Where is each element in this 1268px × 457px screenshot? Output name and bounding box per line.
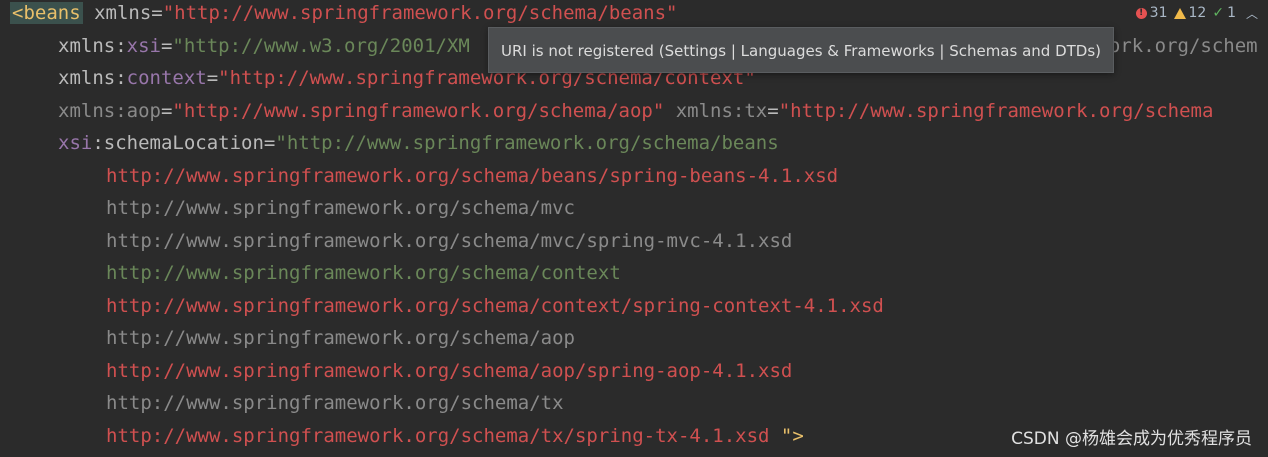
xsi-namespace: xsi [126, 35, 161, 57]
xmlns-tx-attr: xmlns:tx [664, 100, 768, 122]
tx-value: "http://www.springframework.org/schema [778, 100, 1214, 122]
uri-not-registered-tooltip: URI is not registered (Settings | Langua… [488, 27, 1114, 73]
schema-location-line-last[interactable]: http://www.springframework.org/schema/tx… [0, 420, 804, 452]
code-line-2[interactable]: xmlns:xsi="http://www.w3.org/2001/XM [0, 30, 470, 62]
schema-location-line[interactable]: http://www.springframework.org/schema/co… [0, 290, 884, 322]
inspection-status-widget[interactable]: ! 31 12 ✓ 1 ︿ [1129, 2, 1258, 24]
equals-sign: = [151, 2, 163, 24]
warning-count-value: 12 [1188, 5, 1207, 21]
schema-location-line[interactable]: http://www.springframework.org/schema/ao… [0, 355, 792, 387]
tx-xsd-url: http://www.springframework.org/schema/tx… [106, 425, 770, 447]
xmlns-value: "http://www.springframework.org/schema/b… [162, 2, 678, 24]
beans-tag: <beans [10, 2, 83, 24]
code-line-5[interactable]: xsi:schemaLocation="http://www.springfra… [0, 127, 779, 159]
equals-sign: = [206, 67, 219, 89]
chevron-up-icon[interactable]: ︿ [1246, 5, 1258, 22]
xmlns-aop-attr: xmlns:aop [58, 100, 161, 122]
aop-value: "http://www.springframework.org/schema/a… [172, 100, 665, 122]
schema-location-line[interactable]: http://www.springframework.org/schema/co… [0, 257, 621, 289]
schema-location-line[interactable]: http://www.springframework.org/schema/ao… [0, 322, 575, 354]
error-icon: ! [1135, 7, 1147, 19]
schema-location-line[interactable]: http://www.springframework.org/schema/tx [0, 387, 564, 419]
equals-sign: = [160, 35, 173, 57]
error-count[interactable]: ! 31 [1135, 5, 1168, 21]
schema-location-line[interactable]: http://www.springframework.org/schema/mv… [0, 192, 575, 224]
warning-icon [1173, 7, 1186, 19]
xsi-value: "http://www.w3.org/2001/XM [172, 35, 470, 57]
code-line-1[interactable]: <beans xmlns="http://www.springframework… [0, 0, 678, 29]
equals-sign: = [767, 100, 779, 122]
xmlns-attr: xmlns [82, 2, 152, 24]
schema-location-value: "http://www.springframework.org/schema/b… [275, 132, 779, 154]
schema-location-line[interactable]: http://www.springframework.org/schema/be… [0, 160, 838, 192]
equals-sign: = [160, 100, 173, 122]
typo-count-value: 1 [1227, 5, 1236, 21]
xsi-namespace: xsi [58, 132, 93, 154]
error-count-value: 31 [1149, 5, 1168, 21]
context-namespace: context [126, 67, 207, 89]
xmlns-prefix: xmlns: [58, 35, 127, 57]
schema-location-attr: :schemaLocation [92, 132, 264, 154]
typo-count[interactable]: ✓ 1 [1212, 5, 1236, 21]
closing-bracket: "> [769, 425, 804, 447]
check-icon: ✓ [1212, 5, 1225, 21]
equals-sign: = [263, 132, 276, 154]
warning-count[interactable]: 12 [1173, 5, 1207, 21]
schema-location-line[interactable]: http://www.springframework.org/schema/mv… [0, 225, 792, 257]
watermark: CSDN @杨雄会成为优秀程序员 [1011, 429, 1252, 449]
code-line-4[interactable]: xmlns:aop="http://www.springframework.or… [0, 95, 1213, 127]
xmlns-prefix: xmlns: [58, 67, 127, 89]
